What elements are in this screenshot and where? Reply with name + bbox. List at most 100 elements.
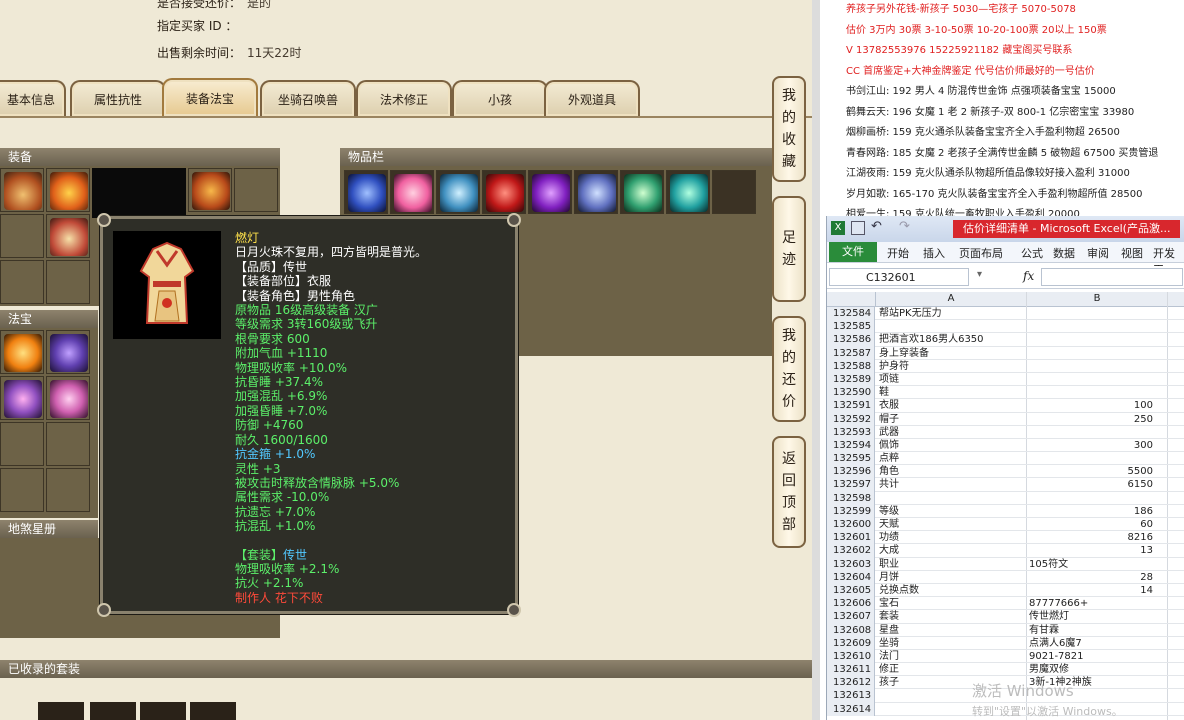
sheet-row[interactable]: 132604 月饼 28 (827, 570, 1184, 584)
row-number[interactable]: 132597 (827, 478, 875, 492)
ribbon-tab-data[interactable]: 数据 (1053, 245, 1075, 261)
weapon-slot[interactable] (92, 168, 186, 218)
cell-b[interactable]: 300 (1027, 439, 1153, 452)
column-header-b[interactable]: B (1027, 292, 1168, 306)
magic-slot[interactable] (0, 330, 44, 374)
tab-spell-correction[interactable]: 法术修正 (356, 80, 452, 116)
row-number[interactable]: 132614 (827, 702, 875, 716)
ribbon-tab-review[interactable]: 审阅 (1087, 245, 1109, 261)
cell-b[interactable]: 250 (1027, 413, 1153, 426)
cell-b[interactable]: 100 (1027, 399, 1153, 412)
cell-b[interactable]: 5500 (1027, 465, 1153, 478)
sheet-row[interactable]: 132610 法门 9021-7821 (827, 649, 1184, 664)
cell-a[interactable]: 佩饰 (879, 439, 1025, 452)
cell-a[interactable]: 套装 (879, 610, 1025, 623)
sheet-row[interactable]: 132606 宝石 87777666+ (827, 597, 1184, 611)
cell-a[interactable]: 法门 (879, 650, 1025, 663)
cell-b[interactable]: 105符文 (1027, 558, 1155, 571)
sheet-row[interactable]: 132603 职业 105符文 (827, 557, 1184, 571)
sheet-row[interactable]: 132587 身上穿装备 (827, 346, 1184, 360)
inventory-slot[interactable] (574, 170, 618, 214)
row-number[interactable]: 132588 (827, 359, 875, 373)
sheet-row[interactable]: 132590 鞋 (827, 386, 1184, 400)
inventory-slot[interactable] (712, 170, 756, 214)
cell-a[interactable]: 兑换点数 (879, 584, 1025, 597)
cell-b[interactable]: 6150 (1027, 478, 1153, 491)
sheet-row[interactable]: 132584 帮站PK无压力 (827, 307, 1184, 321)
cell-b[interactable]: 28 (1027, 571, 1153, 584)
cell-a[interactable]: 武器 (879, 426, 1025, 439)
cell-a[interactable]: 功绩 (879, 531, 1025, 544)
ribbon-tab-layout[interactable]: 页面布局 (959, 245, 1003, 261)
cell-a[interactable]: 宝石 (879, 597, 1025, 610)
inventory-slot[interactable] (344, 170, 388, 214)
sheet-row[interactable]: 132602 大成 13 (827, 544, 1184, 558)
magic-slot[interactable] (0, 376, 44, 420)
equip-slot[interactable] (46, 168, 90, 212)
set-thumbnail[interactable] (38, 702, 84, 720)
dropdown-icon[interactable]: ▾ (977, 269, 982, 280)
tab-appearance-items[interactable]: 外观道具 (544, 80, 640, 116)
tab-child[interactable]: 小孩 (452, 80, 548, 116)
my-counteroffer-button[interactable]: 我的还价 (772, 316, 806, 422)
row-number[interactable]: 132607 (827, 610, 875, 624)
sheet-row[interactable]: 132607 套装 传世燃灯 (827, 610, 1184, 624)
row-number[interactable]: 132613 (827, 689, 875, 703)
cell-b[interactable]: 14 (1027, 584, 1153, 597)
cell-b[interactable]: 13 (1027, 544, 1153, 557)
cell-a[interactable]: 衣服 (879, 399, 1025, 412)
tab-equipment-magic[interactable]: 装备法宝 (162, 78, 258, 116)
row-number[interactable]: 132594 (827, 438, 875, 453)
cell-a[interactable]: 共计 (879, 478, 1025, 491)
inventory-slot[interactable] (482, 170, 526, 214)
equip-slot[interactable] (0, 214, 44, 258)
cell-b[interactable]: 男魔双修 (1027, 663, 1155, 676)
row-number[interactable]: 132598 (827, 491, 875, 505)
equip-slot[interactable] (46, 214, 90, 258)
sheet-row[interactable]: 132586 把酒言欢186男人6350 (827, 333, 1184, 347)
cell-b[interactable]: 传世燃灯 (1027, 610, 1155, 623)
sheet-row[interactable]: 132596 角色 5500 (827, 465, 1184, 479)
undo-icon[interactable]: ↶ (871, 219, 882, 234)
row-number[interactable]: 132591 (827, 399, 875, 413)
cell-b[interactable]: 87777666+ (1027, 597, 1155, 610)
sheet-row[interactable]: 132585 (827, 320, 1184, 334)
set-thumbnail[interactable] (140, 702, 186, 720)
tab-attribute-resist[interactable]: 属性抗性 (70, 80, 166, 116)
tab-mount-summon[interactable]: 坐骑召唤兽 (260, 80, 356, 116)
sheet-row[interactable]: 132595 点粹 (827, 452, 1184, 466)
row-number[interactable]: 132603 (827, 557, 875, 571)
row-number[interactable]: 132596 (827, 465, 875, 479)
row-number[interactable]: 132585 (827, 320, 875, 334)
cell-a[interactable]: 项链 (879, 373, 1025, 386)
row-number[interactable]: 132584 (827, 307, 875, 321)
row-number[interactable]: 132612 (827, 676, 875, 690)
name-box[interactable]: C132601 (829, 268, 969, 286)
cell-a[interactable]: 护身符 (879, 360, 1025, 373)
cell-a[interactable]: 大成 (879, 544, 1025, 557)
row-number[interactable]: 132601 (827, 531, 875, 545)
equip-slot[interactable] (0, 168, 44, 212)
cell-a[interactable]: 职业 (879, 558, 1025, 571)
inventory-slot[interactable] (436, 170, 480, 214)
row-number[interactable]: 132587 (827, 346, 875, 360)
equip-slot[interactable] (234, 168, 278, 212)
cell-a[interactable]: 把酒言欢186男人6350 (879, 333, 1025, 346)
scrollbar[interactable] (812, 0, 820, 720)
magic-slot[interactable] (46, 468, 90, 512)
cell-a[interactable]: 月饼 (879, 571, 1025, 584)
sheet-row[interactable]: 132591 衣服 100 (827, 399, 1184, 413)
sheet-row[interactable]: 132593 武器 (827, 425, 1184, 439)
sheet-row[interactable]: 132605 兑换点数 14 (827, 583, 1184, 598)
ribbon-tab-insert[interactable]: 插入 (923, 245, 945, 261)
magic-slot[interactable] (46, 376, 90, 420)
sheet-row[interactable]: 132609 坐骑 点满人6魔7 (827, 636, 1184, 650)
cell-b[interactable]: 60 (1027, 518, 1153, 531)
cell-a[interactable]: 星盘 (879, 624, 1025, 637)
cell-b[interactable]: 点满人6魔7 (1027, 637, 1155, 650)
sheet-row[interactable]: 132600 天赋 60 (827, 518, 1184, 532)
row-number[interactable]: 132610 (827, 649, 875, 664)
row-number[interactable]: 132595 (827, 452, 875, 466)
save-icon[interactable] (851, 221, 865, 235)
cell-a[interactable]: 坐骑 (879, 637, 1025, 650)
